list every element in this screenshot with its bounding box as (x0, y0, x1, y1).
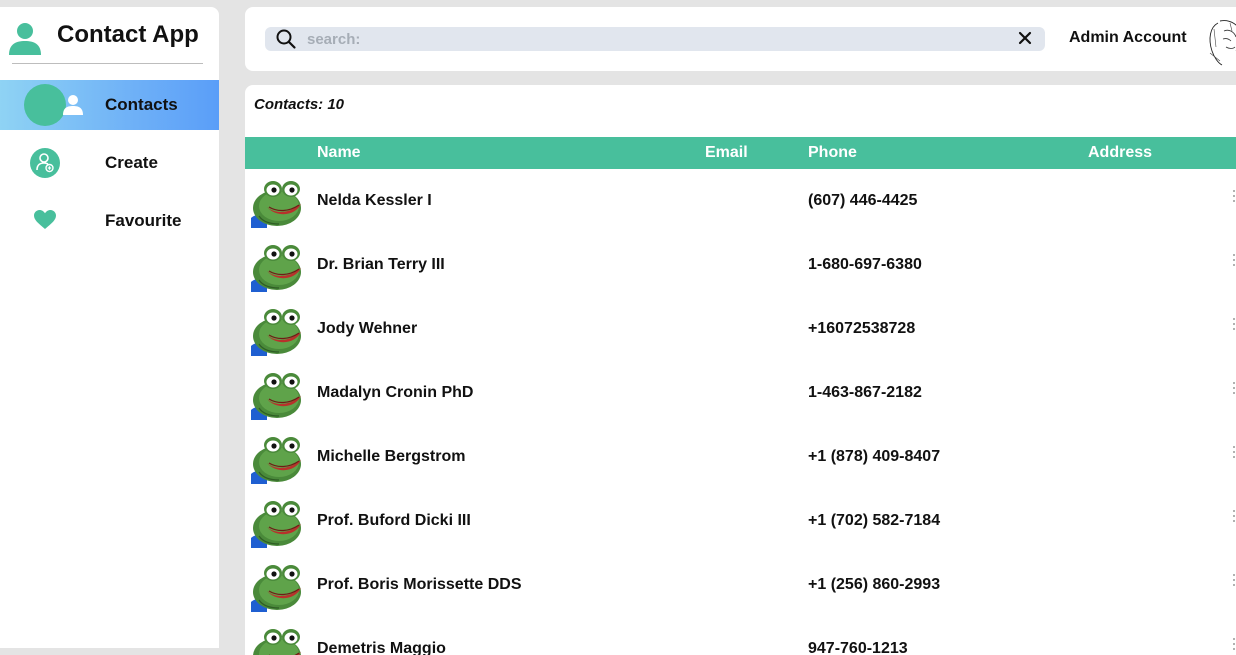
contact-name: Michelle Bergstrom (317, 448, 466, 465)
search-icon[interactable] (275, 28, 297, 50)
contact-name: Prof. Buford Dicki III (317, 512, 471, 529)
account-name[interactable]: Admin Account (1069, 29, 1187, 47)
contact-phone: +1 (878) 409-8407 (808, 448, 941, 465)
contact-name: Dr. Brian Terry III (317, 256, 445, 273)
more-options-icon[interactable] (1231, 187, 1236, 215)
avatar[interactable] (1200, 17, 1236, 67)
sidebar-item-contacts[interactable]: Contacts (0, 80, 219, 130)
contact-phone: 1-680-697-6380 (808, 256, 922, 273)
search-input[interactable] (307, 27, 1007, 51)
contact-avatar (251, 437, 301, 484)
contact-name: Madalyn Cronin PhD (317, 384, 474, 401)
table-row[interactable]: Jody Wehner +16072538728 (245, 297, 1236, 361)
sidebar-item-label: Favourite (105, 211, 182, 230)
sidebar-item-favourite[interactable]: Favourite (0, 196, 219, 246)
column-header-phone[interactable]: Phone (808, 144, 857, 162)
table-row[interactable]: Madalyn Cronin PhD 1-463-867-2182 (245, 361, 1236, 425)
add-user-icon (30, 148, 60, 178)
contacts-icon (63, 95, 83, 115)
contact-name: Prof. Boris Morissette DDS (317, 576, 522, 593)
contact-name: Nelda Kessler I (317, 192, 432, 209)
contact-avatar (251, 245, 301, 292)
more-options-icon[interactable] (1231, 251, 1236, 279)
more-options-icon[interactable] (1231, 507, 1236, 535)
more-options-icon[interactable] (1231, 379, 1236, 407)
contact-avatar (251, 501, 301, 548)
app-title: Contact App (57, 21, 199, 48)
close-icon[interactable] (1017, 30, 1033, 46)
heart-icon (34, 210, 56, 229)
more-options-icon[interactable] (1231, 635, 1236, 655)
table-row[interactable]: Nelda Kessler I (607) 446-4425 (245, 169, 1236, 233)
top-bar: Admin Account (245, 7, 1236, 71)
contact-avatar (251, 181, 301, 228)
more-options-icon[interactable] (1231, 571, 1236, 599)
sidebar-item-label: Create (105, 153, 158, 172)
active-indicator (24, 84, 66, 126)
contact-phone: +1 (256) 860-2993 (808, 576, 941, 593)
person-icon (9, 23, 41, 55)
contact-avatar (251, 565, 301, 612)
sidebar-item-create[interactable]: Create (0, 138, 219, 188)
table-row[interactable]: Prof. Boris Morissette DDS +1 (256) 860-2… (245, 553, 1236, 617)
column-header-email[interactable]: Email (705, 144, 748, 162)
contacts-panel: Contacts: 10 Name Email Phone Address Ne… (245, 85, 1236, 655)
contact-phone: +1 (702) 582-7184 (808, 512, 941, 529)
contact-phone: 1-463-867-2182 (808, 384, 922, 401)
contact-avatar (253, 629, 301, 655)
sidebar: Contact App Contacts Create Favourite (0, 7, 219, 648)
table-row[interactable]: Michelle Bergstrom +1 (878) 409-8407 (245, 425, 1236, 489)
contact-name: Jody Wehner (317, 320, 418, 337)
brand: Contact App (8, 19, 199, 59)
more-options-icon[interactable] (1231, 315, 1236, 343)
table-row[interactable]: Prof. Buford Dicki III +1 (702) 582-7184 (245, 489, 1236, 553)
contact-phone: (607) 446-4425 (808, 192, 918, 209)
divider (12, 63, 203, 64)
column-header-name[interactable]: Name (317, 144, 361, 162)
sidebar-item-label: Contacts (105, 95, 178, 114)
contact-avatar (251, 373, 301, 420)
contacts-count: Contacts: 10 (254, 96, 345, 113)
contact-phone: +16072538728 (808, 320, 916, 337)
table-header: Name Email Phone Address (245, 137, 1236, 169)
search-bar (265, 27, 1045, 51)
more-options-icon[interactable] (1231, 443, 1236, 471)
contact-avatar (251, 309, 301, 356)
column-header-address[interactable]: Address (1088, 144, 1152, 162)
table-row[interactable]: Demetris Maggio 947-760-1213 (245, 617, 1236, 655)
table-row[interactable]: Dr. Brian Terry III 1-680-697-6380 (245, 233, 1236, 297)
